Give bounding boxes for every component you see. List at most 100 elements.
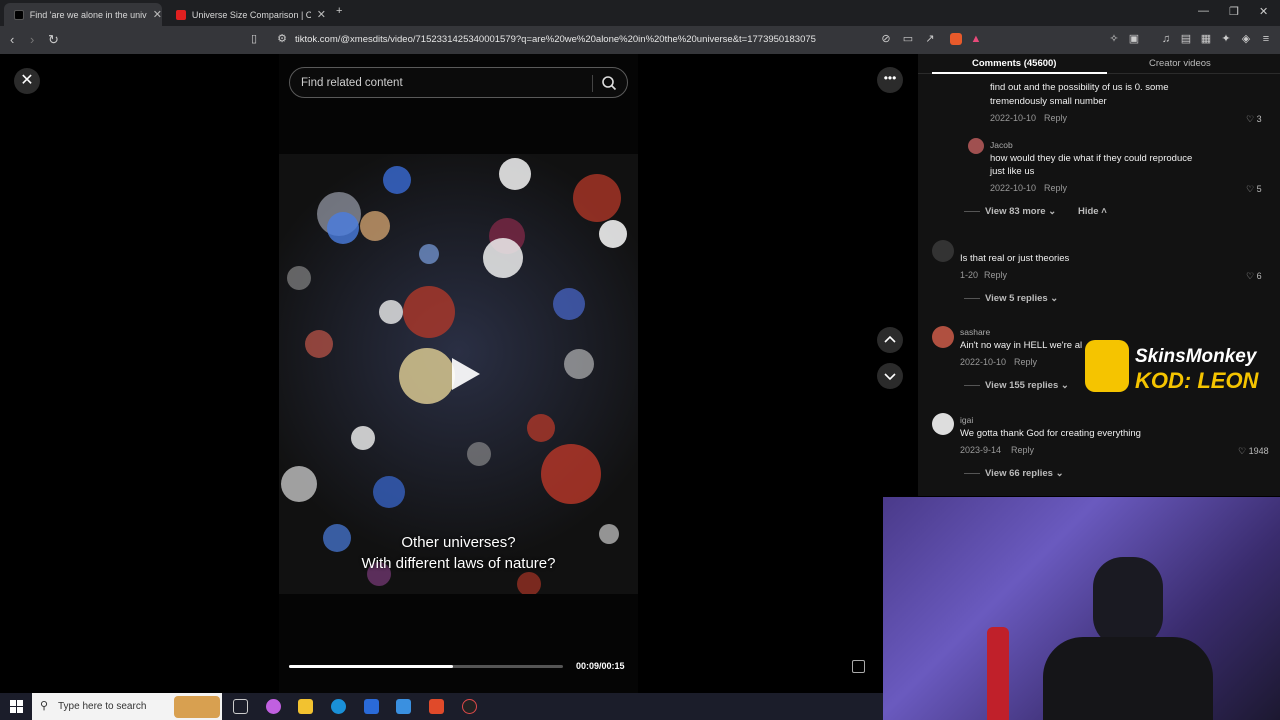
thread-line <box>964 211 980 212</box>
no-eye-icon[interactable]: ⊘ <box>880 33 892 45</box>
tab-comments[interactable]: Comments (45600) <box>972 58 1056 69</box>
like-count[interactable]: ♡ 3 <box>1246 114 1262 125</box>
timecode: 00:09/00:15 <box>576 661 625 671</box>
browser-tab-strip: Find 'are we alone in the univers ✕ Univ… <box>0 0 1280 26</box>
reply-link[interactable]: Reply <box>1044 183 1067 193</box>
wallet-icon[interactable]: ▣ <box>1128 33 1140 45</box>
file-explorer-icon[interactable] <box>298 699 313 714</box>
comment-date: 2022-10-10 <box>960 357 1007 367</box>
reload-icon[interactable]: ↻ <box>48 32 59 48</box>
heart-icon: ♡ <box>1238 446 1247 456</box>
active-tab-underline <box>932 72 1107 74</box>
brave-icon[interactable] <box>429 699 444 714</box>
comment-date: 2023-9-14 <box>960 445 1002 455</box>
previous-video-button[interactable] <box>877 327 903 353</box>
video-column: Find related content Other universes? Wi… <box>279 54 638 693</box>
brave-shield-icon[interactable] <box>950 33 962 45</box>
like-count[interactable]: ♡ 1948 <box>1238 446 1269 457</box>
view-replies[interactable]: View 66 replies ⌄ <box>985 468 1064 479</box>
task-view-icon[interactable] <box>233 699 248 714</box>
view-replies-label: View 5 replies <box>985 293 1048 304</box>
avatar[interactable] <box>932 413 954 435</box>
more-options-button[interactable]: ••• <box>877 67 903 93</box>
back-icon[interactable]: ‹ <box>10 32 14 47</box>
hide-replies[interactable]: Hide ˄ <box>1078 206 1107 217</box>
like-count[interactable]: ♡ 5 <box>1246 184 1262 195</box>
windows-taskbar: ⚲ Type here to search <box>0 693 883 720</box>
reply-link[interactable]: Reply <box>1014 357 1037 367</box>
heart-icon: ♡ <box>1246 184 1255 194</box>
new-tab-icon[interactable]: + <box>336 5 342 17</box>
site-settings-icon[interactable]: ⚙ <box>276 33 288 45</box>
thread-line <box>964 473 980 474</box>
comment-username[interactable]: Jacob <box>990 140 1013 150</box>
comments-panel: Comments (45600) Creator videos find out… <box>918 54 1280 496</box>
related-search-input[interactable]: Find related content <box>289 67 628 98</box>
tab-tiktok[interactable]: Find 'are we alone in the univers ✕ <box>4 3 162 26</box>
avatar[interactable] <box>932 240 954 262</box>
avatar[interactable] <box>968 138 984 154</box>
restore-icon[interactable]: ❐ <box>1229 5 1239 18</box>
copilot-icon[interactable] <box>266 699 281 714</box>
like-number: 6 <box>1256 271 1262 281</box>
vpn-icon[interactable]: ◈ <box>1240 33 1252 45</box>
leo-icon[interactable]: ✦ <box>1220 33 1232 45</box>
comment-text: find out and the possibility of us is 0.… <box>990 82 1169 93</box>
minimize-icon[interactable]: — <box>1198 5 1209 17</box>
progress-bar[interactable] <box>289 665 563 668</box>
mail-icon[interactable] <box>396 699 411 714</box>
edge-icon[interactable] <box>331 699 346 714</box>
tab-creator-videos[interactable]: Creator videos <box>1149 58 1211 69</box>
music-icon[interactable]: ♫ <box>1160 33 1172 45</box>
search-icon[interactable] <box>601 75 617 91</box>
taskbar-search-input[interactable]: ⚲ Type here to search <box>32 693 222 720</box>
heart-icon: ♡ <box>1246 114 1255 124</box>
forward-icon[interactable]: › <box>30 32 34 47</box>
window-close-icon[interactable]: ✕ <box>1259 5 1268 18</box>
next-video-button[interactable] <box>877 363 903 389</box>
picture-in-picture-icon[interactable] <box>852 660 865 673</box>
share-icon[interactable]: ↗ <box>924 33 936 45</box>
microphone <box>987 627 1009 720</box>
close-tab-icon[interactable]: ✕ <box>317 8 326 21</box>
close-video-button[interactable]: ✕ <box>14 68 40 94</box>
reply-link[interactable]: Reply <box>984 270 1007 280</box>
avatar[interactable] <box>932 326 954 348</box>
store-icon[interactable] <box>364 699 379 714</box>
youtube-favicon-icon <box>176 9 186 20</box>
bookmark-icon[interactable]: ▯ <box>248 33 260 45</box>
tiktok-favicon-icon <box>14 9 24 20</box>
tiktok-app-icon[interactable] <box>462 699 477 714</box>
search-highlight-image <box>174 696 220 718</box>
taskbar-search-placeholder: Type here to search <box>58 701 147 712</box>
view-replies[interactable]: View 5 replies ⌄ <box>985 293 1058 304</box>
close-tab-icon[interactable]: ✕ <box>153 8 162 21</box>
reply-link[interactable]: Reply <box>1011 445 1034 455</box>
menu-icon[interactable]: ≡ <box>1260 33 1272 45</box>
sidebar-icon[interactable]: ▤ <box>1180 33 1192 45</box>
play-icon[interactable] <box>444 354 484 394</box>
brave-rewards-icon[interactable]: ▲ <box>970 33 982 45</box>
tab-label: Find 'are we alone in the univers <box>29 9 147 20</box>
hide-label: Hide <box>1078 206 1099 217</box>
like-count[interactable]: ♡ 6 <box>1246 271 1262 282</box>
cast-icon[interactable]: ▭ <box>902 33 914 45</box>
url-field[interactable]: tiktok.com/@xmesdits/video/7152331425340… <box>295 34 816 45</box>
wallet2-icon[interactable]: ▦ <box>1200 33 1212 45</box>
windows-start-icon[interactable] <box>10 700 23 713</box>
extensions-icon[interactable]: ✧ <box>1108 33 1120 45</box>
comment-username[interactable]: igai <box>960 415 973 425</box>
sponsor-overlay: SkinsMonkey KOD: LEON <box>1085 338 1280 398</box>
webcam-feed <box>883 497 1280 720</box>
view-replies[interactable]: View 155 replies ⌄ <box>985 380 1069 391</box>
reply-link[interactable]: Reply <box>1044 113 1067 123</box>
comment-text: We gotta thank God for creating everythi… <box>960 428 1141 439</box>
tab-youtube[interactable]: Universe Size Comparison | Cosmic E ✕ <box>166 3 326 26</box>
heart-icon: ♡ <box>1246 271 1255 281</box>
like-number: 3 <box>1256 114 1262 124</box>
subtitle-line-2: With different laws of nature? <box>361 555 556 572</box>
chevron-up-icon <box>884 335 896 343</box>
view-more-replies[interactable]: View 83 more ⌄ <box>985 206 1056 217</box>
comment-username[interactable]: sashare <box>960 327 990 337</box>
video-player[interactable]: Other universes? With different laws of … <box>279 154 638 594</box>
